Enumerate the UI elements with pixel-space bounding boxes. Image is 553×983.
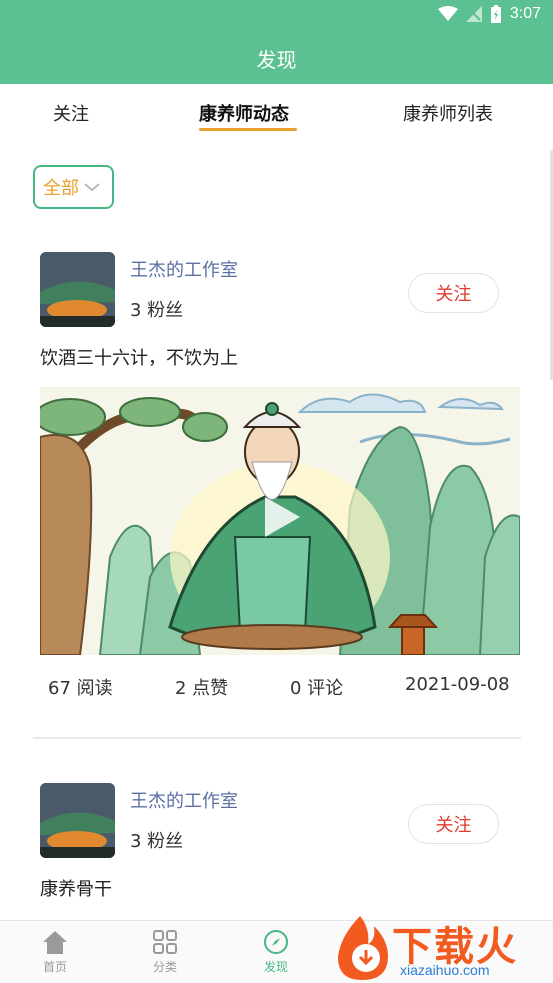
home-icon bbox=[43, 931, 67, 954]
compass-icon bbox=[264, 930, 288, 954]
fans-count: 3 粉丝 bbox=[130, 300, 184, 321]
read-count: 67 阅读 bbox=[48, 678, 113, 699]
nav-discover-label: 发现 bbox=[263, 960, 288, 974]
nav-category[interactable]: 分类 bbox=[130, 929, 200, 975]
status-icons: 3:07 bbox=[437, 5, 541, 23]
like-count[interactable]: 2 点赞 bbox=[175, 674, 228, 700]
filter-dropdown[interactable]: 全部 bbox=[33, 165, 114, 209]
post-date: 2021-09-08 bbox=[405, 674, 510, 695]
tab-bar: 关注 康养师动态 康养师列表 bbox=[0, 84, 553, 144]
tab-indicator bbox=[199, 128, 297, 131]
nav-home[interactable]: 首页 bbox=[20, 929, 90, 975]
avatar-image bbox=[40, 783, 115, 858]
app-bar: 发现 bbox=[0, 32, 553, 84]
grid-icon bbox=[153, 930, 177, 954]
follow-button[interactable]: 关注 bbox=[408, 273, 499, 313]
post-title[interactable]: 饮酒三十六计，不饮为上 bbox=[40, 344, 238, 370]
watermark: 下载火 xiazaihuo.com bbox=[330, 912, 553, 983]
avatar-image bbox=[40, 252, 115, 327]
flame-logo-icon bbox=[338, 916, 388, 980]
tab-trainer-feed[interactable]: 康养师动态 bbox=[199, 100, 289, 126]
post-stats: 67 阅读 2 点赞 0 评论 2021-09-08 bbox=[0, 674, 553, 704]
avatar[interactable] bbox=[40, 252, 115, 327]
chevron-down-icon bbox=[84, 183, 100, 192]
nav-category-label: 分类 bbox=[152, 960, 177, 974]
wifi-icon bbox=[437, 6, 458, 21]
clock: 3:07 bbox=[509, 5, 541, 22]
video-illustration bbox=[40, 387, 520, 655]
nav-home-label: 首页 bbox=[42, 960, 67, 974]
video-thumbnail[interactable] bbox=[40, 387, 520, 655]
fans-count: 3 粉丝 bbox=[130, 831, 184, 852]
tab-follow[interactable]: 关注 bbox=[53, 100, 89, 126]
author-name[interactable]: 王杰的工作室 bbox=[130, 256, 238, 282]
signal-icon bbox=[465, 6, 482, 22]
author-name[interactable]: 王杰的工作室 bbox=[130, 787, 238, 813]
watermark-url: xiazaihuo.com bbox=[400, 962, 490, 978]
filter-label: 全部 bbox=[43, 178, 79, 199]
post-title[interactable]: 康养骨干 bbox=[40, 875, 112, 901]
status-bar: 3:07 bbox=[0, 0, 553, 32]
tab-trainer-list[interactable]: 康养师列表 bbox=[403, 100, 493, 126]
avatar[interactable] bbox=[40, 783, 115, 858]
nav-discover[interactable]: 发现 bbox=[241, 929, 311, 975]
follow-button[interactable]: 关注 bbox=[408, 804, 499, 844]
comment-count[interactable]: 0 评论 bbox=[290, 674, 343, 700]
battery-icon bbox=[490, 5, 501, 23]
divider bbox=[33, 737, 521, 739]
page-title: 发现 bbox=[256, 47, 297, 72]
